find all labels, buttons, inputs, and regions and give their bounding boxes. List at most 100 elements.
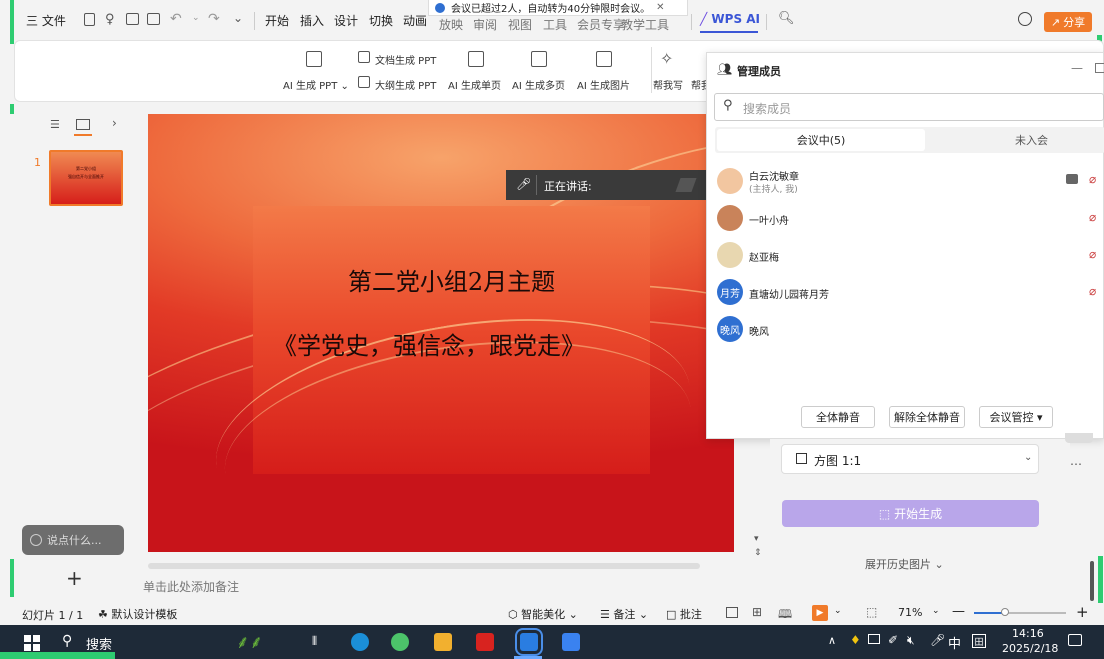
tab-home[interactable]: 开始 — [265, 12, 289, 29]
search-icon[interactable]: 🔍︎ — [778, 11, 795, 26]
pen-icon[interactable]: ✐ — [888, 633, 898, 647]
edge-browser-icon[interactable] — [351, 633, 369, 651]
share-button[interactable]: ↗ 分享 — [1044, 12, 1092, 32]
tab-design[interactable]: 设计 — [334, 12, 358, 29]
meeting-app-icon[interactable] — [515, 628, 543, 656]
redo-icon[interactable]: ↷ — [208, 11, 220, 27]
zoom-slider-handle[interactable] — [1001, 608, 1009, 616]
reading-view-icon[interactable]: 🕮︎ — [778, 605, 792, 626]
scroll-up-icon[interactable]: ⇕ — [754, 548, 762, 558]
more-icon[interactable]: ⋯ — [1070, 457, 1082, 471]
print-preview-icon[interactable] — [147, 13, 160, 25]
tab-animation[interactable]: 动画 — [403, 12, 427, 29]
meeting-control-button[interactable]: 会议管控 ▾ — [979, 406, 1053, 428]
zoom-dropdown-icon[interactable]: ⌄ — [932, 606, 940, 616]
file-explorer-icon[interactable] — [434, 633, 452, 651]
zoom-level[interactable]: 71% — [898, 606, 922, 619]
tab-tools[interactable]: 工具 — [543, 16, 567, 33]
battery-icon[interactable] — [868, 634, 880, 644]
comment-input[interactable]: 说点什么... — [22, 525, 124, 555]
wps-ai-tab[interactable]: ╱ WPS AI — [700, 12, 760, 26]
grid-view-icon[interactable]: ⊞ — [752, 605, 762, 619]
volume-muted-icon[interactable]: 🔇︎ — [907, 633, 915, 648]
tab-teaching[interactable]: 教学工具 — [621, 16, 669, 33]
doc-ppt-button[interactable]: 文档生成 PPT — [375, 52, 436, 67]
windows-start-icon[interactable] — [24, 635, 40, 651]
member-row[interactable]: 一叶小舟 ⌀ — [707, 201, 1104, 237]
unmute-all-button[interactable]: 解除全体静音 — [889, 406, 965, 428]
horizontal-scrollbar[interactable] — [148, 563, 700, 569]
beautify-button[interactable]: ⬡ 智能美化 ⌄ — [508, 606, 578, 622]
slide-view-icon[interactable] — [76, 119, 90, 130]
scrollbar-thumb[interactable] — [1090, 561, 1094, 601]
scroll-down-icon[interactable]: ▾ — [754, 534, 759, 544]
tab-transition[interactable]: 切换 — [369, 12, 393, 29]
microphone-icon[interactable]: 🎤︎ — [930, 633, 945, 647]
tab-insert[interactable]: 插入 — [300, 12, 324, 29]
notification-icon[interactable] — [1068, 634, 1082, 646]
sync-status-icon[interactable] — [1018, 12, 1032, 26]
taskbar-search-label[interactable]: 搜索 — [86, 634, 112, 653]
zoom-in-icon[interactable]: + — [1076, 603, 1089, 621]
template-button[interactable]: ☘ 默认设计模板 — [98, 606, 177, 622]
help-write-button[interactable]: 帮我写 — [653, 77, 683, 92]
undo-icon[interactable]: ↶ — [170, 11, 182, 27]
member-search-input[interactable]: ⚲ 搜索成员 — [714, 93, 1104, 121]
clock-date[interactable]: 2025/2/18 — [1002, 642, 1058, 655]
close-icon[interactable]: ✕ — [656, 2, 664, 13]
slide-thumbnail[interactable]: 第二党小组 强自信开与全面推开 — [49, 150, 123, 206]
mic-muted-icon[interactable]: ⌀ — [1089, 284, 1099, 298]
file-menu[interactable]: 三 文件 — [26, 12, 66, 29]
chrome-like-icon[interactable] — [391, 633, 409, 651]
mic-muted-icon[interactable]: ⌀ — [1089, 172, 1099, 186]
member-row[interactable]: 赵亚梅 ⌀ — [707, 238, 1104, 274]
format-brush-icon[interactable]: ♀ — [105, 12, 115, 27]
ime-indicator[interactable]: 中 — [948, 633, 961, 652]
tab-member[interactable]: 会员专享 — [577, 16, 625, 33]
add-slide-icon[interactable]: + — [66, 566, 83, 590]
notes-button[interactable]: ☰ 备注 ⌄ — [600, 606, 648, 622]
play-button[interactable]: ▶ — [812, 605, 828, 621]
play-dropdown-icon[interactable]: ⌄ — [834, 606, 842, 616]
print-icon[interactable] — [126, 13, 139, 25]
outline-ppt-button[interactable]: 大纲生成 PPT — [375, 77, 436, 92]
task-view-icon[interactable]: ⫴ — [312, 634, 317, 649]
ai-ppt-button[interactable]: AI 生成 PPT ⌄ — [283, 77, 349, 92]
start-generate-button[interactable]: ⬚ 开始生成 — [782, 500, 1039, 527]
member-row[interactable]: 白云沈敏章 (主持人, 我) ⌀ — [707, 164, 1104, 200]
mic-muted-icon[interactable]: ⌀ — [1089, 210, 1099, 224]
member-row[interactable]: 月芳 直塘幼儿园蒋月芳 ⌀ — [707, 275, 1104, 311]
zoom-out-icon[interactable]: — — [952, 604, 965, 619]
member-row[interactable]: 晚风 晚风 — [707, 312, 1104, 348]
expand-icon[interactable]: › — [112, 116, 117, 130]
fit-window-icon[interactable]: ⬚ — [866, 605, 877, 619]
multi-page-button[interactable]: AI 生成多页 — [512, 77, 565, 92]
wps-office-icon[interactable] — [476, 633, 494, 651]
notes-placeholder[interactable]: 单击此处添加备注 — [143, 578, 239, 595]
mic-muted-icon[interactable]: ⌀ — [1089, 247, 1099, 261]
save-icon[interactable] — [84, 13, 95, 26]
normal-view-icon[interactable] — [726, 607, 738, 618]
undo-dropdown-icon[interactable]: ⌄ — [192, 13, 200, 23]
cloud-app-icon[interactable] — [562, 633, 580, 651]
tray-app-icon[interactable]: ♦ — [850, 633, 861, 647]
expand-history-button[interactable]: 展开历史图片 ⌄ — [865, 556, 944, 572]
tab-not-joined[interactable]: 未入会 — [1015, 132, 1048, 148]
tab-review[interactable]: 审阅 — [473, 16, 497, 33]
mute-all-button[interactable]: 全体静音 — [801, 406, 875, 428]
screen-share-icon[interactable] — [1066, 174, 1078, 184]
comments-button[interactable]: □ 批注 — [666, 606, 702, 622]
clock-time[interactable]: 14:16 — [1012, 627, 1044, 640]
tray-expand-icon[interactable]: ∧ — [828, 634, 836, 647]
side-tab[interactable] — [1065, 433, 1093, 443]
tab-view[interactable]: 视图 — [508, 16, 532, 33]
single-page-button[interactable]: AI 生成单页 — [448, 77, 501, 92]
tab-in-meeting[interactable]: 会议中(5) — [717, 129, 925, 151]
maximize-icon[interactable] — [1095, 63, 1104, 73]
more-dropdown-icon[interactable]: ⌄ — [233, 11, 243, 25]
ai-image-button[interactable]: AI 生成图片 — [577, 77, 630, 92]
search-icon[interactable]: ⚲ — [62, 633, 72, 649]
ime-mode-icon[interactable]: 田 — [972, 634, 986, 648]
minimize-icon[interactable]: — — [1071, 61, 1083, 75]
tab-slideshow[interactable]: 放映 — [439, 16, 463, 33]
